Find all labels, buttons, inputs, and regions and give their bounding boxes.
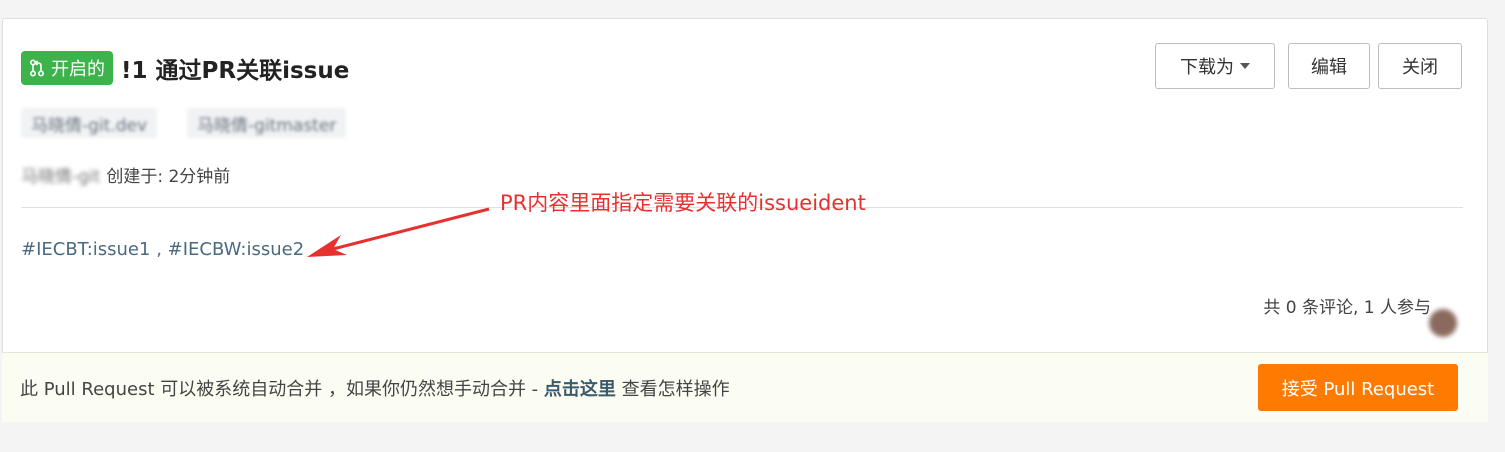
status-label: 开启的 — [51, 59, 105, 80]
author-name[interactable]: 马晓倩-git — [21, 162, 100, 187]
merge-text-after: 查看怎样操作 — [615, 379, 730, 400]
branch-info: 马晓倩-git.dev 马晓倩-gitmaster — [21, 108, 347, 138]
issue-link-1[interactable]: #IECBT:issue1 — [21, 239, 150, 260]
source-branch[interactable]: 马晓倩-git.dev — [21, 108, 158, 138]
annotation-text: PR内容里面指定需要关联的issueident — [500, 191, 866, 215]
issue-link-2[interactable]: #IECBW:issue2 — [168, 239, 305, 260]
merge-text-before: 此 Pull Request 可以被系统自动合并 ，如果你仍然想手动合并 - — [20, 379, 544, 400]
edit-button[interactable]: 编辑 — [1288, 43, 1370, 89]
created-time: 创建于: 2分钟前 — [106, 167, 231, 187]
download-as-button[interactable]: 下载为 — [1155, 43, 1275, 89]
pr-meta: 马晓倩-git 创建于: 2分钟前 — [21, 162, 230, 187]
pr-header: 开启的 !1 通过PR关联issue — [21, 51, 349, 85]
download-as-label: 下载为 — [1180, 57, 1234, 78]
caret-down-icon — [1240, 63, 1250, 69]
close-button[interactable]: 关闭 — [1378, 43, 1462, 89]
target-branch[interactable]: 马晓倩-gitmaster — [187, 108, 347, 138]
merge-help-link[interactable]: 点击这里 — [544, 379, 616, 400]
pr-title: !1 通过PR关联issue — [121, 58, 350, 84]
pull-request-icon — [29, 59, 45, 77]
linked-issues: #IECBT:issue1 , #IECBW:issue2 — [21, 239, 304, 260]
participant-avatar[interactable] — [1429, 309, 1457, 337]
accept-pull-request-button[interactable]: 接受 Pull Request — [1258, 364, 1458, 411]
comment-summary: 共 0 条评论, 1 人参与 — [1263, 298, 1431, 318]
issue-separator: , — [150, 239, 168, 260]
merge-status-bar: 此 Pull Request 可以被系统自动合并 ，如果你仍然想手动合并 - 点… — [2, 352, 1488, 422]
annotation-arrow-icon — [307, 207, 490, 257]
merge-message: 此 Pull Request 可以被系统自动合并 ，如果你仍然想手动合并 - 点… — [20, 375, 730, 401]
status-badge: 开启的 — [21, 51, 113, 85]
